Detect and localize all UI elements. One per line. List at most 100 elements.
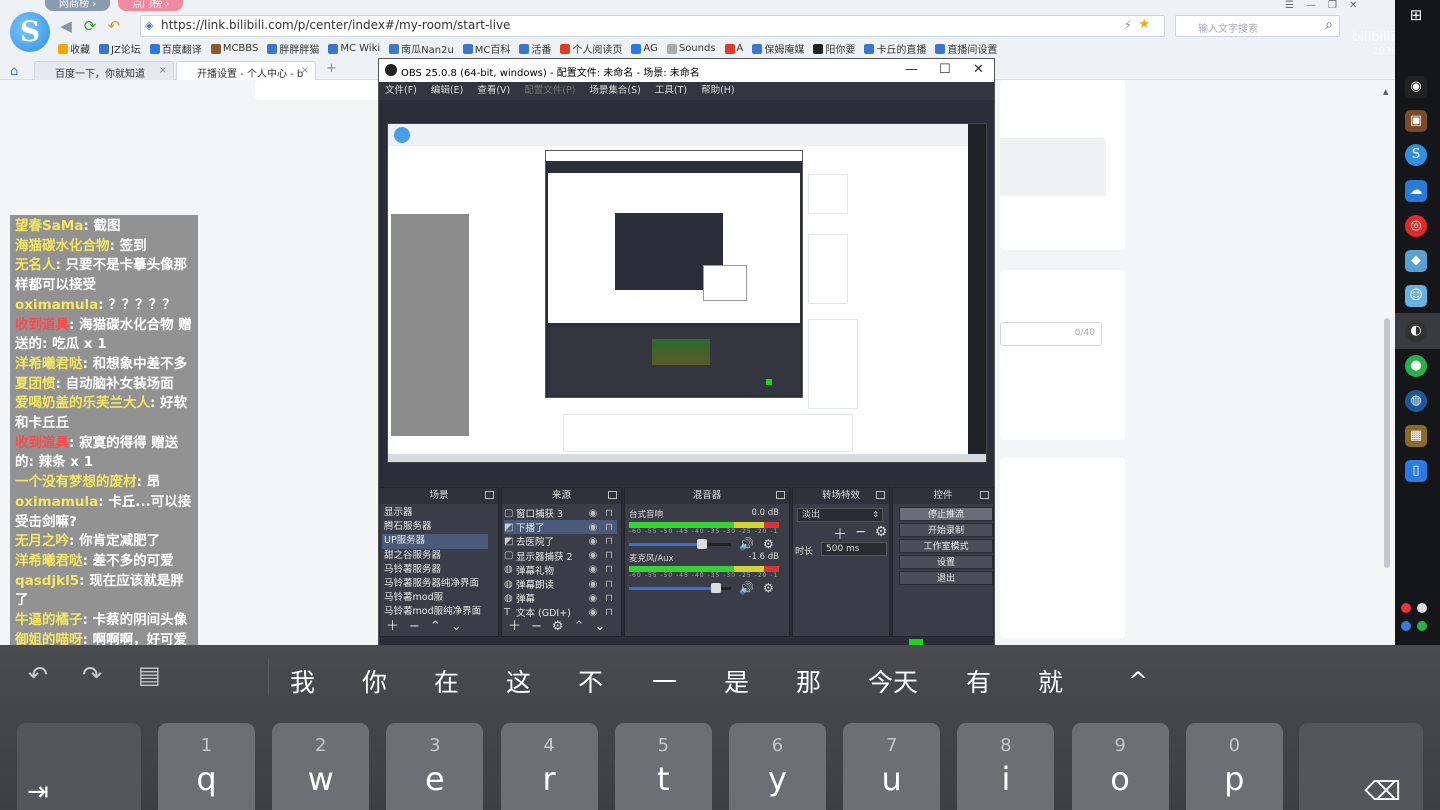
- scene-item[interactable]: 腾石服务器: [382, 520, 488, 534]
- suggestion-word[interactable]: 今天: [868, 663, 918, 699]
- scene-item[interactable]: 马铃薯mod服: [382, 591, 488, 605]
- key-e[interactable]: 3e: [386, 723, 484, 810]
- source-item[interactable]: ▢ 显示器捕获 2 ◉ ⊓: [504, 549, 617, 563]
- obs-icon[interactable]: ◐: [1405, 320, 1427, 342]
- menu-edit[interactable]: 编辑(E): [431, 82, 463, 100]
- key-p[interactable]: 0p: [1185, 723, 1283, 810]
- popout-icon[interactable]: [876, 491, 885, 499]
- remove-transition-icon[interactable]: −: [855, 524, 867, 544]
- add-scene-icon[interactable]: ＋: [386, 618, 399, 636]
- lock-icon[interactable]: ⊓: [601, 607, 617, 618]
- browser-logo[interactable]: [10, 12, 50, 52]
- duration-spinbox[interactable]: 500 ms: [821, 542, 887, 556]
- restore-icon[interactable]: ❐: [1328, 0, 1337, 11]
- source-gear-icon[interactable]: ⚙: [552, 618, 564, 636]
- obs-close-icon[interactable]: ✕: [973, 62, 984, 77]
- bookmark-item[interactable]: JZ论坛: [99, 41, 141, 56]
- obs-titlebar[interactable]: OBS 25.0.8 (64-bit, windows) - 配置文件: 未命名…: [379, 59, 994, 82]
- app-icon[interactable]: ▦: [1405, 425, 1427, 447]
- bookmark-item[interactable]: 活番: [519, 41, 551, 56]
- bookmark-item[interactable]: 直播间设置: [935, 41, 997, 56]
- visibility-eye-icon[interactable]: ◉: [585, 607, 601, 618]
- start-recording-button[interactable]: 开始录制: [899, 523, 993, 537]
- netease-music-icon[interactable]: ◎: [1405, 215, 1427, 237]
- suggestion-word[interactable]: 我: [290, 663, 315, 699]
- tab-close-icon[interactable]: ×: [159, 65, 167, 76]
- slider-knob[interactable]: [697, 539, 708, 549]
- visibility-eye-icon[interactable]: ◉: [585, 522, 601, 533]
- obs-maximize-icon[interactable]: ☐: [939, 62, 951, 77]
- tray-icon[interactable]: [1417, 621, 1427, 631]
- minimize-icon[interactable]: —: [1306, 0, 1316, 11]
- move-down-icon[interactable]: ⌄: [451, 618, 462, 636]
- bookmark-item[interactable]: 胖胖胖猫: [267, 41, 319, 56]
- settings-button[interactable]: 设置: [899, 555, 993, 569]
- menu-file[interactable]: 文件(F): [385, 82, 417, 100]
- exit-button[interactable]: 退出: [899, 571, 993, 585]
- bookmark-item[interactable]: 个人阅读页: [560, 41, 622, 56]
- suggestion-word[interactable]: 是: [724, 663, 749, 699]
- speaker-icon[interactable]: 🔊: [739, 537, 754, 551]
- key-o[interactable]: 9o: [1071, 723, 1169, 810]
- volume-slider[interactable]: 🔊 ⚙: [629, 581, 779, 595]
- lock-icon[interactable]: ⊓: [601, 522, 617, 533]
- pill-2[interactable]: 点门榜 ›: [118, 0, 184, 11]
- tray-icon[interactable]: [1401, 603, 1411, 613]
- search-icon[interactable]: ⌕: [1325, 17, 1333, 33]
- scene-item[interactable]: 显示器: [382, 506, 488, 520]
- baidu-netdisk-icon[interactable]: ☁: [1405, 180, 1427, 202]
- new-tab-button[interactable]: +: [326, 61, 337, 76]
- stop-streaming-button[interactable]: 停止推流: [899, 507, 993, 521]
- tab-close-icon[interactable]: ×: [301, 65, 309, 76]
- app-icon[interactable]: ☺: [1405, 285, 1427, 307]
- popout-icon[interactable]: [485, 491, 494, 499]
- speaker-icon[interactable]: 🔊: [739, 581, 754, 595]
- add-transition-icon[interactable]: ＋: [833, 524, 847, 544]
- app-icon[interactable]: ◍: [1405, 390, 1427, 412]
- tab-key[interactable]: ⇥: [17, 723, 141, 810]
- scene-item[interactable]: 马铃薯服务器: [382, 563, 488, 577]
- volume-slider[interactable]: 🔊 ⚙: [629, 537, 779, 551]
- bookmark-item[interactable]: 保姆庵媒: [752, 41, 804, 56]
- search-input[interactable]: 输入文字搜索 ⌕: [1175, 15, 1340, 37]
- suggestion-word[interactable]: 那: [796, 663, 821, 699]
- transition-gear-icon[interactable]: ⚙: [875, 524, 888, 544]
- title-input[interactable]: 0/40: [1000, 322, 1102, 346]
- key-y[interactable]: 6y: [729, 723, 826, 810]
- address-bar[interactable]: ◈ https://link.bilibili.com/p/center/ind…: [140, 15, 1165, 37]
- app-icon[interactable]: ●: [1405, 355, 1427, 377]
- bookmark-item[interactable]: 南瓜Nan2u: [389, 41, 454, 56]
- app-icon[interactable]: ▯: [1405, 460, 1427, 482]
- suggestion-word[interactable]: 有: [966, 663, 991, 699]
- suggestion-word[interactable]: 一: [652, 663, 677, 699]
- menu-icon[interactable]: ☰: [1285, 0, 1294, 11]
- remove-scene-icon[interactable]: −: [409, 618, 420, 636]
- obs-preview[interactable]: [387, 123, 987, 463]
- qq-icon[interactable]: ◉: [1405, 76, 1427, 98]
- slider-knob[interactable]: [710, 583, 721, 593]
- bookmark-item[interactable]: 收藏: [58, 41, 90, 56]
- tab-live-settings[interactable]: 开播设置 - 个人中心 - b ×: [176, 61, 316, 80]
- popout-icon[interactable]: [776, 491, 785, 499]
- refresh-icon[interactable]: ⟳: [80, 16, 100, 36]
- scroll-up-icon[interactable]: ▲: [1383, 88, 1388, 96]
- visibility-eye-icon[interactable]: ◉: [585, 564, 601, 575]
- app-icon[interactable]: ◆: [1405, 250, 1427, 272]
- flash-icon[interactable]: ⚡: [1124, 18, 1132, 32]
- lock-icon[interactable]: ⊓: [601, 593, 617, 604]
- bookmark-item[interactable]: 百度翻译: [149, 41, 202, 56]
- lock-icon[interactable]: ⊓: [601, 508, 617, 519]
- gear-icon[interactable]: ⚙: [763, 581, 774, 595]
- suggestion-word[interactable]: 不: [578, 663, 603, 699]
- key-u[interactable]: 7u: [843, 723, 941, 810]
- browser-icon[interactable]: S: [1405, 144, 1427, 166]
- page-scrollbar[interactable]: ▲: [1382, 88, 1392, 568]
- key-t[interactable]: 5t: [614, 723, 712, 810]
- suggestion-word[interactable]: 就: [1038, 663, 1063, 699]
- lock-icon[interactable]: ⊓: [601, 536, 617, 547]
- key-r[interactable]: 4r: [500, 723, 598, 810]
- source-item[interactable]: ◍ 弹幕 ◉ ⊓: [504, 591, 617, 606]
- minecraft-icon[interactable]: ▣: [1405, 110, 1427, 132]
- move-down-icon[interactable]: ⌄: [594, 618, 605, 636]
- undo-icon[interactable]: ↶: [104, 16, 124, 36]
